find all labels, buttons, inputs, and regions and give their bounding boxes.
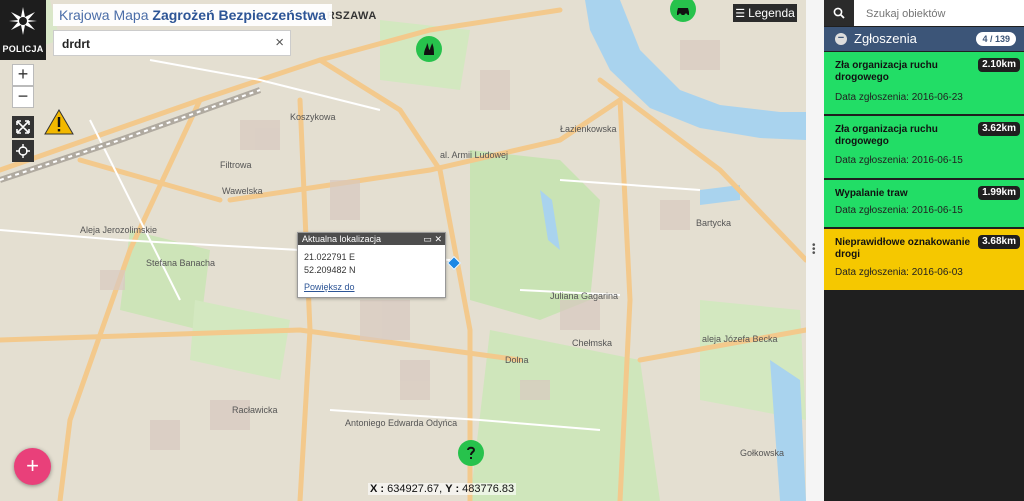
clear-search-icon[interactable]: ×: [275, 34, 284, 52]
close-icon[interactable]: ✕: [434, 234, 442, 244]
zoom-in-button[interactable]: +: [12, 64, 34, 86]
map-label-street: al. Armii Ludowej: [440, 150, 509, 160]
coord-x-value: 634927.67,: [387, 483, 443, 495]
warning-marker-icon[interactable]: [44, 109, 74, 135]
legend-label: Legenda: [748, 6, 795, 20]
logo-label: POLICJA: [2, 44, 44, 54]
report-name: Nieprawidłowe oznakowanie drogi: [835, 237, 971, 260]
map-label-street: Wawelska: [222, 186, 263, 196]
popup-title: Aktualna lokalizacja: [302, 234, 382, 244]
report-item[interactable]: Nieprawidłowe oznakowanie drogi 3.68km D…: [824, 229, 1024, 291]
drag-handle-icon: • • •: [812, 240, 816, 259]
map-label-street: Gołkowska: [740, 448, 785, 458]
popup-longitude: 21.022791 E: [304, 252, 356, 262]
coord-y-label: Y :: [445, 483, 460, 495]
legend-button[interactable]: ☰ Legenda: [733, 4, 797, 22]
report-distance: 3.62km: [978, 122, 1020, 136]
coord-y-value: 483776.83: [462, 483, 515, 495]
map-label-street: Łazienkowska: [560, 124, 617, 134]
map-label-street: aleja Józefa Becka: [702, 334, 778, 344]
zoom-to-link[interactable]: Powiększ do: [298, 281, 445, 294]
reports-count-badge: 4 / 139: [976, 32, 1016, 46]
report-distance: 1.99km: [978, 186, 1020, 200]
car-icon: [677, 8, 689, 17]
locate-button[interactable]: [12, 140, 34, 162]
app-title: Krajowa Mapa Zagrożeń Bezpieczeństwa: [53, 4, 332, 26]
road-sign-marker-icon[interactable]: [458, 440, 484, 466]
app-title-light: Krajowa Mapa: [59, 7, 149, 23]
report-date: Data zgłoszenia: 2016-06-15: [835, 155, 963, 166]
report-item[interactable]: Zła organizacja ruchu drogowego 2.10km D…: [824, 52, 1024, 115]
map-label-street: Racławicka: [232, 405, 278, 415]
popup-header: Aktualna lokalizacja ▭ ✕: [298, 233, 445, 245]
map-search-input[interactable]: [60, 34, 264, 54]
map-label-street: Bartycka: [696, 218, 732, 228]
magnifier-icon: [833, 7, 845, 19]
report-name: Wypalanie traw: [835, 188, 908, 199]
object-search: [824, 0, 1024, 26]
report-date: Data zgłoszenia: 2016-06-03: [835, 267, 963, 278]
police-star-icon: [9, 7, 37, 35]
reports-section-header[interactable]: − Zgłoszenia 4 / 139: [824, 27, 1024, 51]
map-label-street: Juliana Gagarina: [550, 291, 619, 301]
grass-fire-icon: [424, 43, 434, 55]
wildfire-marker-icon[interactable]: [416, 36, 442, 62]
search-icon[interactable]: [824, 0, 854, 26]
add-report-button[interactable]: +: [14, 448, 51, 485]
collapse-icon[interactable]: −: [835, 33, 847, 45]
report-date: Data zgłoszenia: 2016-06-23: [835, 92, 963, 103]
report-name: Zła organizacja ruchu drogowego: [835, 60, 938, 83]
fullscreen-icon: [16, 120, 30, 134]
map-label-street: Koszykowa: [290, 112, 336, 122]
minimize-icon[interactable]: ▭: [423, 234, 432, 244]
report-item[interactable]: Zła organizacja ruchu drogowego 3.62km D…: [824, 116, 1024, 179]
popup-latitude: 52.209482 N: [304, 265, 356, 275]
zoom-out-button[interactable]: −: [12, 86, 34, 108]
reports-section-title: Zgłoszenia: [854, 31, 917, 46]
location-popup: Aktualna lokalizacja ▭ ✕ 21.022791 E 52.…: [297, 232, 446, 298]
coord-x-label: X :: [370, 483, 385, 495]
map-label-street: Dolna: [505, 355, 529, 365]
map-label-street: Antoniego Edwarda Odyńca: [345, 418, 458, 428]
crosshair-icon: [16, 144, 30, 158]
map-view[interactable]: WARSZAWA Koszykowa Filtrowa Wawelska al.…: [0, 0, 824, 501]
fullscreen-button[interactable]: [12, 116, 34, 138]
map-search: ×: [53, 30, 291, 56]
reports-panel: − Zgłoszenia 4 / 139 Zła organizacja ruc…: [824, 0, 1024, 501]
map-label-street: Filtrowa: [220, 160, 252, 170]
map-label-street: Stefana Banacha: [146, 258, 216, 268]
map-label-street: Aleja Jerozolimskie: [80, 225, 158, 235]
report-name: Zła organizacja ruchu drogowego: [835, 124, 938, 147]
report-distance: 3.68km: [978, 235, 1020, 249]
list-icon: ☰: [735, 8, 746, 20]
panel-resize-handle[interactable]: • • •: [806, 0, 824, 501]
coordinate-readout: X : 634927.67, Y : 483776.83: [368, 483, 517, 495]
question-sign-icon: [467, 446, 476, 459]
app-title-bold: Zagrożeń Bezpieczeństwa: [152, 7, 326, 23]
report-distance: 2.10km: [978, 58, 1020, 72]
report-date: Data zgłoszenia: 2016-06-15: [835, 205, 963, 216]
map-label-street: Chełmska: [572, 338, 613, 348]
report-item[interactable]: Wypalanie traw 1.99km Data zgłoszenia: 2…: [824, 180, 1024, 228]
policja-logo: POLICJA: [0, 0, 46, 60]
object-search-input[interactable]: [864, 4, 1018, 24]
